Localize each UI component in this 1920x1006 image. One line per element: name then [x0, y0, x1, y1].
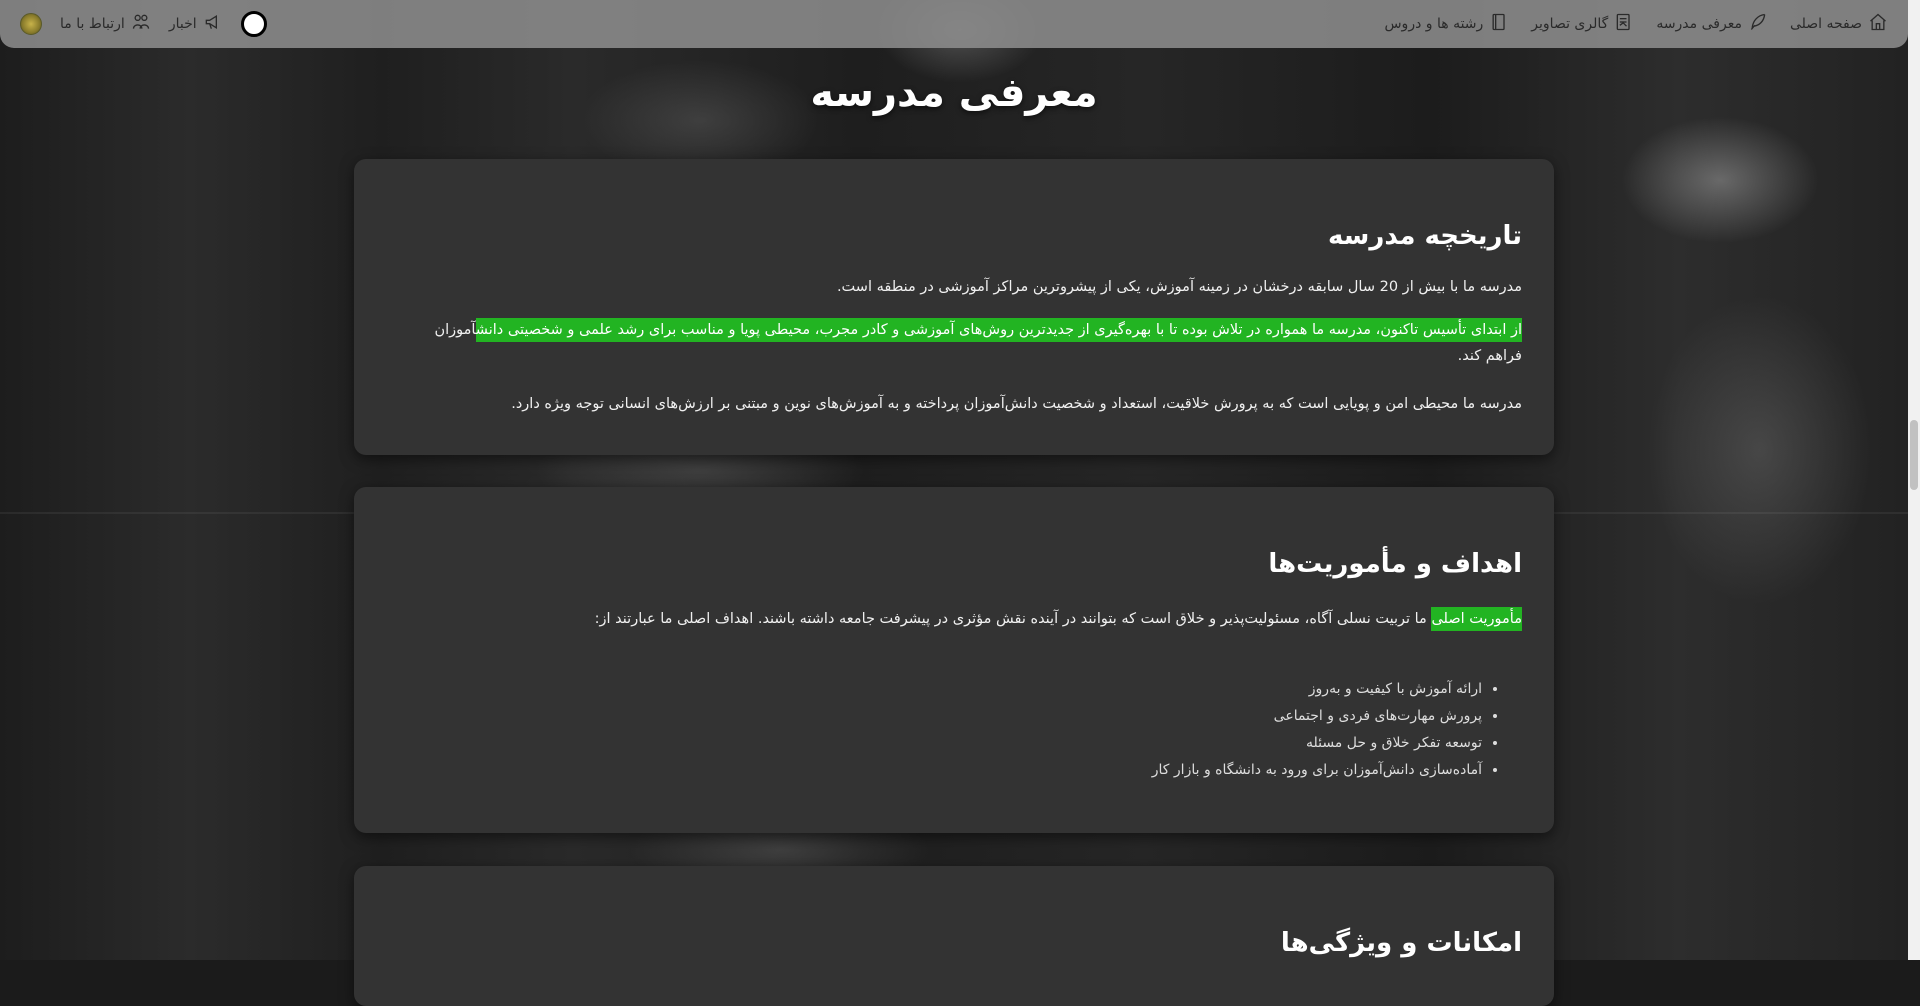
home-icon	[1868, 12, 1888, 36]
gallery-icon	[1614, 12, 1634, 36]
feather-icon	[1748, 12, 1768, 36]
nav-item-home[interactable]: صفحه اصلی	[1790, 12, 1888, 36]
nav-item-courses[interactable]: رشته ها و دروس	[1384, 12, 1509, 36]
page-title: معرفی مدرسه	[810, 70, 1098, 116]
nav-item-about[interactable]: معرفی مدرسه	[1656, 12, 1768, 36]
list-item: پرورش مهارت‌های فردی و اجتماعی	[394, 703, 1482, 730]
nav-item-label: صفحه اصلی	[1789, 16, 1862, 32]
nav-item-gallery[interactable]: گالری تصاویر	[1531, 12, 1634, 36]
navbar: صفحه اصلی معرفی مدرسه گالری تصاویر رشته …	[0, 0, 1908, 48]
history-paragraph-3: مدرسه ما محیطی امن و پویایی است که به پر…	[511, 396, 1522, 413]
megaphone-icon	[203, 12, 223, 36]
goals-card: اهداف و مأموریت‌ها مأموریت اصلی ما تربیت…	[354, 487, 1554, 833]
highlighted-text: مأموریت اصلی	[1431, 607, 1522, 631]
history-paragraph-1: مدرسه ما با بیش از 20 سال سابقه درخشان د…	[836, 279, 1522, 295]
goals-heading: اهداف و مأموریت‌ها	[1268, 549, 1522, 579]
features-heading: امکانات و ویژگی‌ها	[1280, 928, 1522, 958]
nav-item-label: اخبار	[168, 16, 197, 32]
theme-toggle-button[interactable]	[240, 11, 267, 37]
highlighted-text: از ابتدای تأسیس تاکنون، مدرسه ما همواره …	[475, 318, 1522, 343]
book-icon	[1489, 12, 1509, 36]
goals-paragraph: مأموریت اصلی ما تربیت نسلی آگاه، مسئولیت…	[394, 607, 1522, 632]
history-paragraph-2: از ابتدای تأسیس تاکنون، مدرسه ما همواره …	[394, 318, 1522, 369]
users-icon	[131, 12, 151, 36]
nav-item-news[interactable]: اخبار	[169, 12, 223, 36]
list-item: آماده‌سازی دانش‌آموزان برای ورود به دانش…	[394, 757, 1482, 784]
list-item: ارائه آموزش با کیفیت و به‌روز	[394, 676, 1482, 703]
school-logo[interactable]	[20, 13, 42, 35]
paragraph-text: ما تربیت نسلی آگاه، مسئولیت‌پذیر و خلاق …	[594, 611, 1432, 627]
nav-item-label: معرفی مدرسه	[1656, 16, 1742, 32]
nav-left-group: اخبار ارتباط با ما	[20, 11, 267, 37]
nav-links: صفحه اصلی معرفی مدرسه گالری تصاویر رشته …	[1384, 12, 1888, 36]
scrollbar-thumb[interactable]	[1910, 420, 1918, 490]
nav-item-contact[interactable]: ارتباط با ما	[60, 12, 151, 36]
nav-item-label: گالری تصاویر	[1531, 16, 1609, 32]
scrollbar[interactable]	[1908, 0, 1920, 960]
nav-item-label: رشته ها و دروس	[1384, 16, 1484, 32]
goals-list: ارائه آموزش با کیفیت و به‌روز پرورش مهار…	[394, 676, 1522, 784]
history-heading: تاریخچه مدرسه	[1328, 221, 1522, 251]
history-card: تاریخچه مدرسه مدرسه ما با بیش از 20 سال …	[354, 159, 1554, 455]
features-card: امکانات و ویژگی‌ها	[354, 866, 1554, 1006]
nav-item-label: ارتباط با ما	[60, 16, 125, 32]
list-item: توسعه تفکر خلاق و حل مسئله	[394, 730, 1482, 757]
